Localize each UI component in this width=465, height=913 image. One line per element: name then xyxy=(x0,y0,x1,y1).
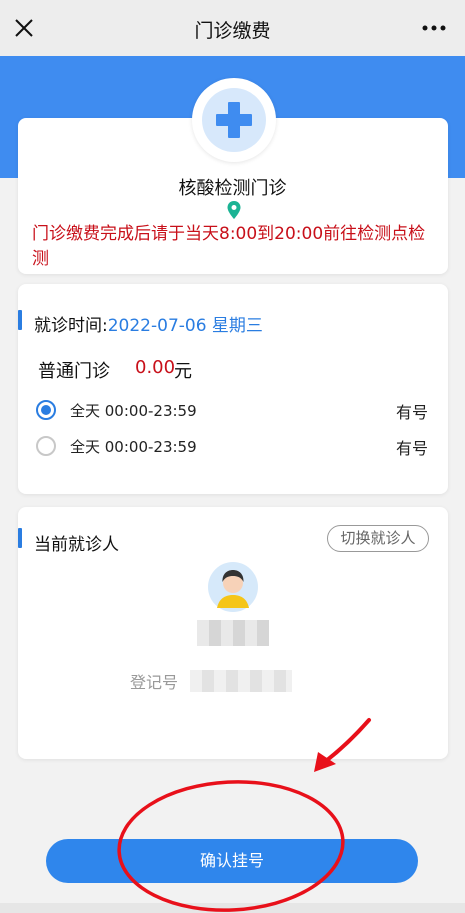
visit-time-label: 就诊时间: xyxy=(34,316,108,336)
radio-unselected[interactable] xyxy=(36,436,56,456)
radio-selected[interactable] xyxy=(36,400,56,420)
navbar: 门诊缴费 xyxy=(0,0,465,56)
time-slot-option[interactable]: 全天 00:00-23:59 有号 xyxy=(32,396,432,424)
more-icon[interactable] xyxy=(417,14,451,42)
time-slot-option[interactable]: 全天 00:00-23:59 有号 xyxy=(32,432,432,460)
patient-name-masked xyxy=(197,620,269,646)
clinic-type: 普通门诊 xyxy=(38,361,110,382)
clinic-name: 核酸检测门诊 xyxy=(178,178,287,199)
patient-title: 当前就诊人 xyxy=(34,535,119,555)
location-pin-icon xyxy=(227,201,241,219)
visit-time: 就诊时间:2022-07-06 星期三 xyxy=(34,311,263,336)
registration-label: 登记号 xyxy=(130,673,179,692)
section-marker xyxy=(18,310,22,330)
registration-number-masked xyxy=(190,670,292,692)
visit-date: 2022-07-06 星期三 xyxy=(107,316,263,336)
section-marker xyxy=(18,528,22,548)
price-unit: 元 xyxy=(174,361,192,382)
confirm-registration-button[interactable]: 确认挂号 xyxy=(46,839,418,883)
switch-patient-button[interactable]: 切换就诊人 xyxy=(327,525,429,552)
slot-status: 有号 xyxy=(395,439,428,458)
visit-notice: 门诊缴费完成后请于当天8:00到20:00前往检测点检测 xyxy=(32,224,426,269)
bottom-bar xyxy=(0,903,465,913)
clinic-badge xyxy=(192,78,276,162)
price: 0.00 xyxy=(135,357,176,378)
slot-time: 全天 00:00-23:59 xyxy=(70,438,197,456)
slot-time: 全天 00:00-23:59 xyxy=(70,402,197,420)
user-avatar-icon xyxy=(208,562,258,612)
slot-status: 有号 xyxy=(395,403,428,422)
page-title: 门诊缴费 xyxy=(194,20,271,42)
medical-cross-icon xyxy=(202,88,266,152)
